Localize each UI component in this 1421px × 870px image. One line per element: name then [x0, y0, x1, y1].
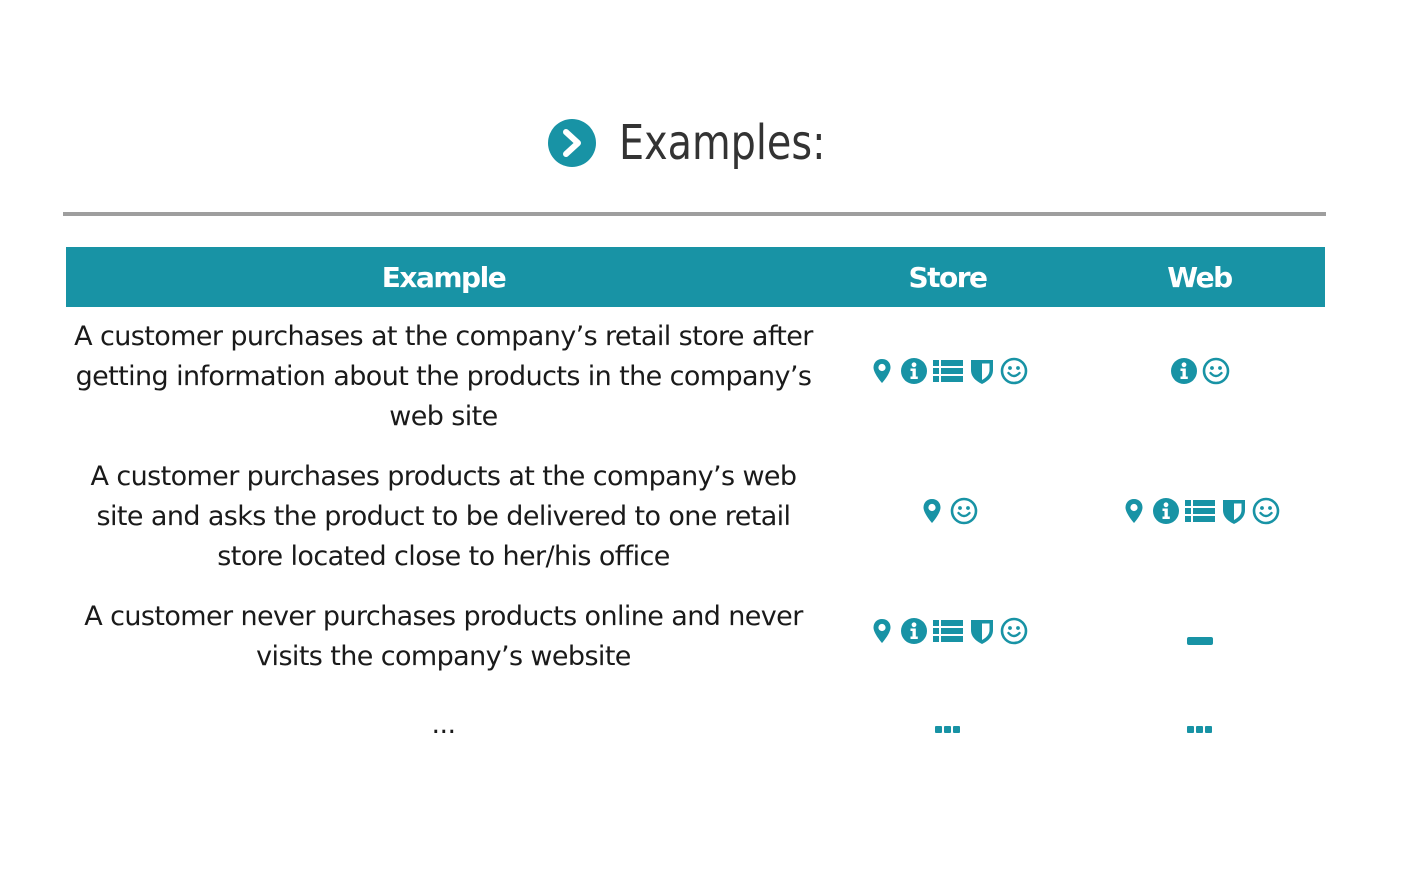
web-cell: [1074, 587, 1325, 687]
location-pin-icon: [868, 357, 896, 385]
table-row: A customer purchases at the company’s re…: [66, 307, 1325, 447]
store-cell: [821, 447, 1074, 587]
smiley-icon: [1000, 617, 1028, 645]
examples-table: Example Store Web A customer purchases a…: [66, 247, 1325, 755]
table-row: A customer purchases products at the com…: [66, 447, 1325, 587]
smiley-icon: [1202, 357, 1230, 385]
shield-icon: [968, 617, 996, 645]
store-cell: [821, 587, 1074, 687]
info-icon: [900, 357, 928, 385]
table-row: ...: [66, 687, 1325, 755]
chevron-right-circle-icon: [547, 119, 596, 167]
location-pin-icon: [868, 617, 896, 645]
ellipsis-icon: [1187, 726, 1212, 733]
example-cell: A customer never purchases products onli…: [84, 601, 803, 672]
info-icon: [900, 617, 928, 645]
ellipsis-icon: [935, 726, 960, 733]
example-cell: ...: [431, 709, 457, 740]
web-cell: [1074, 447, 1325, 587]
column-header-web: Web: [1074, 247, 1325, 307]
store-cell: [821, 307, 1074, 447]
column-header-example: Example: [66, 247, 821, 307]
dash-icon: [1186, 637, 1213, 645]
example-cell: A customer purchases products at the com…: [90, 461, 798, 572]
shield-icon: [968, 357, 996, 385]
web-cell: [1074, 307, 1325, 447]
column-header-store: Store: [821, 247, 1074, 307]
table-header-row: Example Store Web: [66, 247, 1325, 307]
smiley-icon: [1252, 497, 1280, 525]
shield-icon: [1220, 497, 1248, 525]
info-icon: [1170, 357, 1198, 385]
example-cell: A customer purchases at the company’s re…: [74, 321, 813, 432]
smiley-icon: [1000, 357, 1028, 385]
table-row: A customer never purchases products onli…: [66, 587, 1325, 687]
title-divider: [63, 212, 1326, 216]
web-cell: [1074, 687, 1325, 755]
info-icon: [1152, 497, 1180, 525]
location-pin-icon: [1120, 497, 1148, 525]
list-icon: [932, 357, 964, 385]
page-title: Examples:: [618, 115, 826, 171]
page-heading: Examples:: [0, 118, 1390, 168]
list-icon: [932, 617, 964, 645]
smiley-icon: [950, 497, 978, 525]
location-pin-icon: [918, 497, 946, 525]
store-cell: [821, 687, 1074, 755]
list-icon: [1184, 497, 1216, 525]
